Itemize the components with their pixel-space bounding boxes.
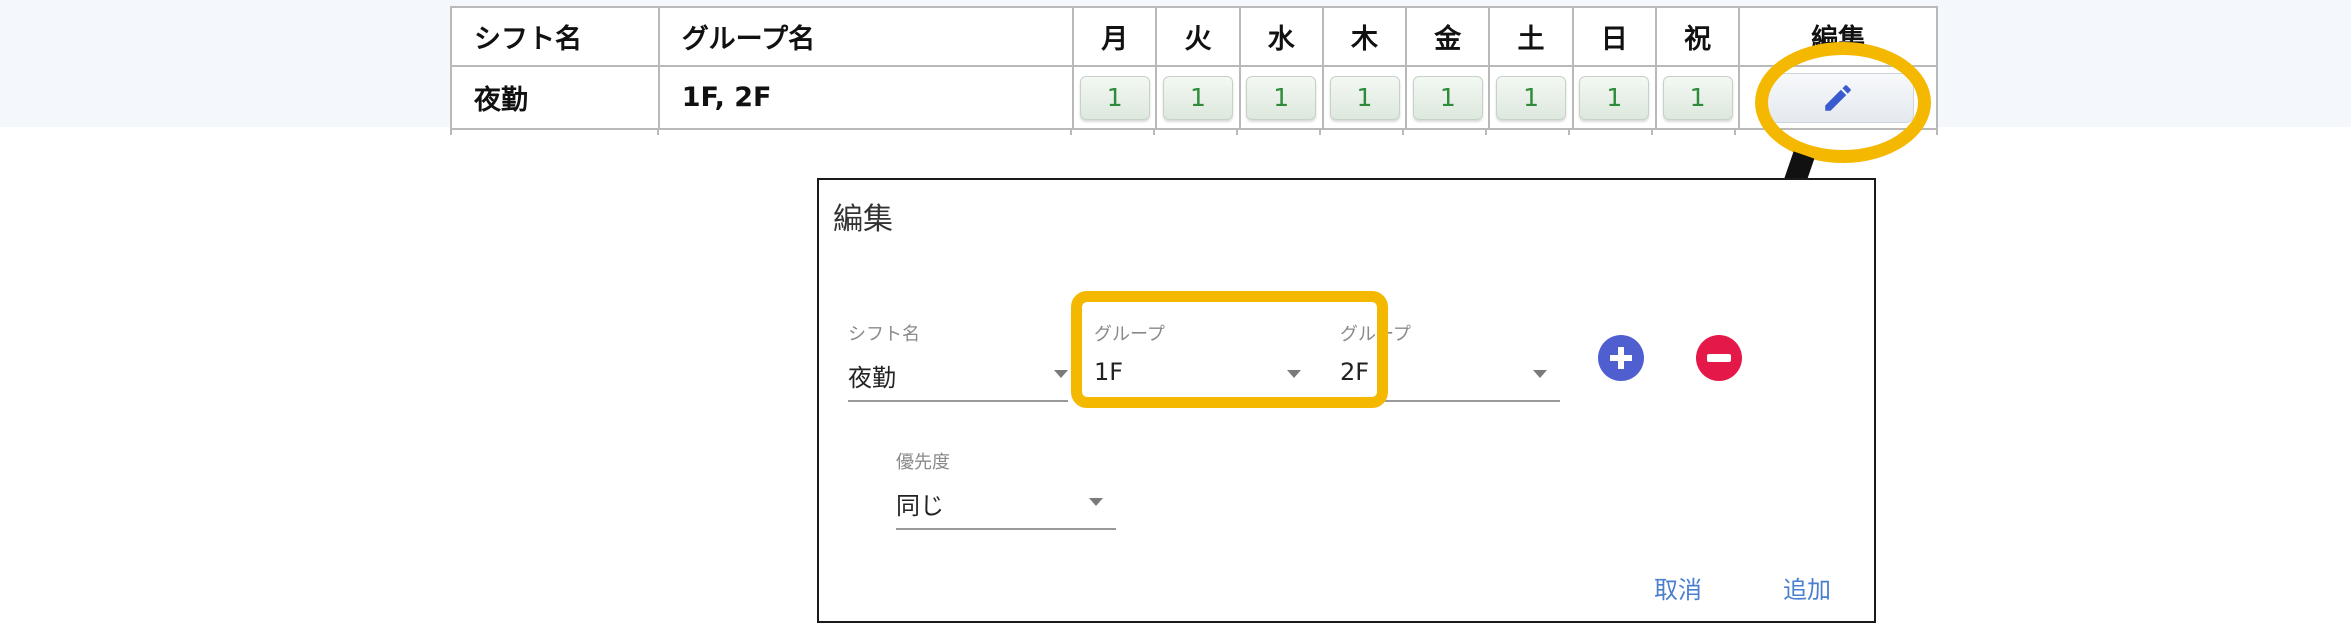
group-fields-highlight (1071, 291, 1388, 408)
add-group-button[interactable] (1598, 335, 1644, 381)
chevron-down-icon (1533, 370, 1547, 378)
priority-label: 優先度 (896, 452, 950, 473)
chevron-down-icon (1089, 498, 1103, 506)
shift-name-label: シフト名 (848, 324, 920, 345)
add-button[interactable]: 追加 (1783, 570, 1831, 605)
cancel-button[interactable]: 取消 (1654, 570, 1702, 605)
dialog-title: 編集 (833, 202, 893, 237)
shift-name-value: 夜勤 (848, 364, 896, 392)
plus-circle-icon (1598, 335, 1644, 381)
priority-select[interactable]: 優先度 同じ (896, 448, 1116, 532)
priority-value: 同じ (896, 492, 944, 520)
shift-name-select[interactable]: シフト名 夜勤 (848, 320, 1068, 404)
minus-circle-icon (1696, 335, 1742, 381)
edit-dialog: 編集 シフト名 夜勤 グループ 1F グループ 2F 優先度 同じ 取消 追加 (817, 178, 1876, 623)
remove-group-button[interactable] (1696, 335, 1742, 381)
chevron-down-icon (1054, 370, 1068, 378)
